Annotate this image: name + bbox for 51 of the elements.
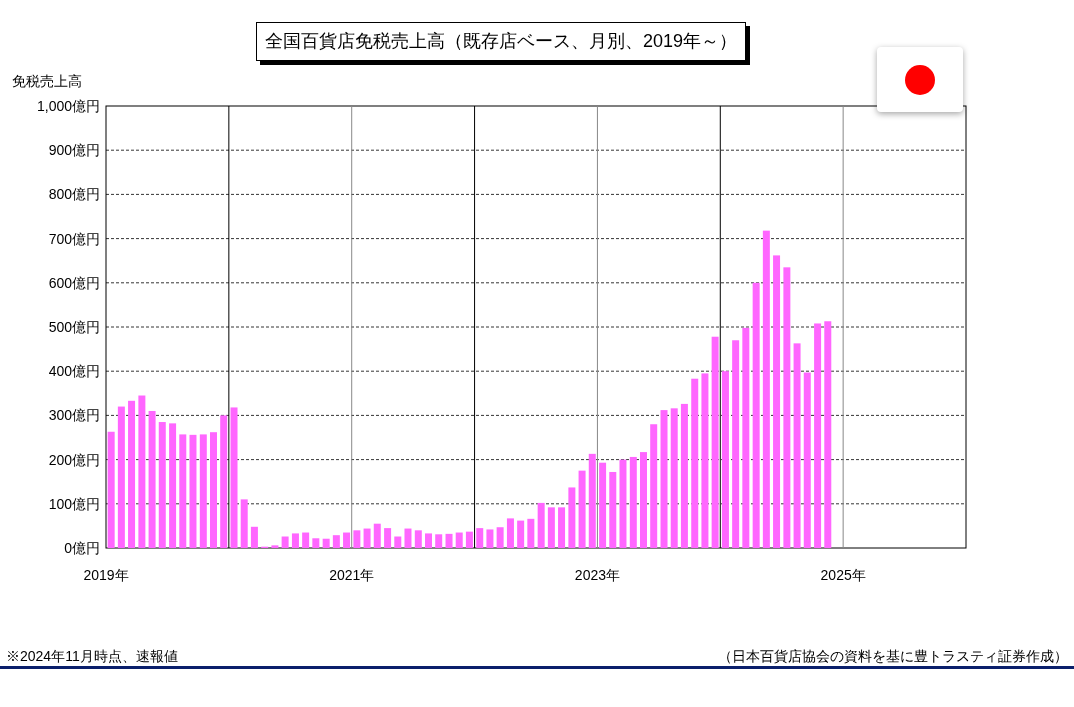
- bar: [332, 535, 340, 548]
- bar: [302, 532, 310, 548]
- bar: [414, 530, 422, 548]
- bar: [394, 536, 402, 548]
- y-tick-label: 1,000億円: [36, 98, 100, 114]
- y-tick-label: 800億円: [48, 186, 100, 203]
- y-tick-label: 400億円: [48, 363, 100, 380]
- y-tick-label: 200億円: [48, 451, 100, 468]
- x-tick-label: 2021年: [329, 567, 375, 583]
- bar: [547, 507, 555, 548]
- y-tick-label: 600億円: [48, 274, 100, 291]
- bar: [373, 523, 381, 548]
- bar: [527, 518, 535, 548]
- bar: [250, 526, 258, 548]
- bar: [271, 545, 279, 548]
- footnote: ※2024年11月時点、速報値: [6, 647, 178, 666]
- x-tick-label: 2025年: [820, 567, 866, 583]
- bar: [506, 518, 514, 548]
- japan-flag-icon: [905, 64, 935, 95]
- bar: [568, 487, 576, 548]
- bar: [281, 536, 289, 548]
- bar: [558, 507, 566, 548]
- bar: [343, 532, 351, 548]
- bar: [455, 532, 463, 548]
- y-tick-label: 0億円: [64, 540, 100, 556]
- bar: [445, 533, 453, 548]
- bar: [517, 520, 525, 548]
- bar: [312, 538, 320, 548]
- bar: [363, 528, 371, 548]
- y-tick-label: 500億円: [48, 319, 100, 335]
- y-tick-label: 900億円: [48, 142, 100, 159]
- bar: [496, 527, 504, 548]
- y-tick-label: 700億円: [48, 230, 100, 247]
- bar: [435, 534, 443, 548]
- x-tick-label: 2019年: [83, 567, 129, 583]
- bar: [404, 528, 412, 548]
- source-note: （日本百貨店協会の資料を基に豊トラスティ証券作成）: [718, 647, 1068, 666]
- bar: [322, 538, 330, 548]
- y-tick-label: 100億円: [48, 495, 100, 512]
- bar: [486, 529, 494, 548]
- bar: [353, 530, 361, 548]
- bar: [476, 528, 484, 548]
- x-tick-label: 2023年: [574, 567, 620, 583]
- bar: [384, 528, 392, 548]
- bar: [537, 502, 545, 548]
- bar: [291, 533, 299, 548]
- bar: [425, 533, 432, 548]
- bar: [240, 499, 248, 548]
- y-axis-title: 免税売上高: [12, 72, 82, 91]
- y-tick-label: 300億円: [48, 407, 100, 424]
- bar: [465, 531, 473, 548]
